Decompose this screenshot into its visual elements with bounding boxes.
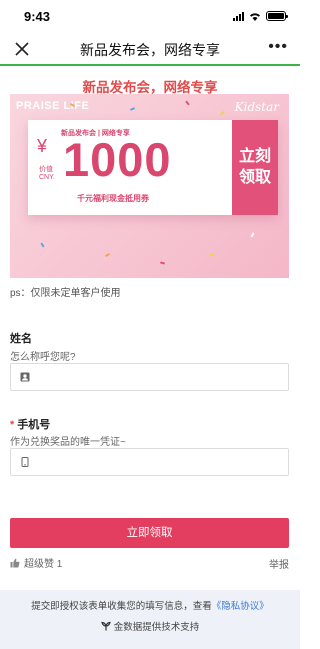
- name-field-label: 姓名: [10, 330, 32, 346]
- phone-input[interactable]: [37, 449, 282, 475]
- confetti-decoration: [250, 232, 255, 238]
- privacy-policy-link[interactable]: 《隐私协议》: [212, 601, 269, 612]
- coupon-claim-line1: 立刻: [238, 147, 271, 165]
- like-count-label: 超级赞 1: [24, 559, 63, 570]
- battery-icon: [266, 11, 288, 21]
- page-heading: 新品发布会，网络专享: [82, 80, 218, 95]
- confetti-decoration: [209, 253, 216, 257]
- name-field-description: 怎么称呼您呢?: [10, 352, 76, 363]
- name-field[interactable]: [10, 363, 289, 391]
- nav-bar: 新品发布会，网络专享 •••: [0, 34, 300, 64]
- loading-progress-fill: [0, 64, 300, 66]
- confetti-decoration: [219, 110, 226, 116]
- report-link[interactable]: 举报: [269, 556, 289, 571]
- promo-banner: PRAISE LIFE Kidstar 新品发布会 | 网络专享 ¥ 价值CNY…: [10, 94, 289, 278]
- coupon-claim-button[interactable]: 立刻 领取: [232, 120, 278, 215]
- confetti-decoration: [40, 242, 45, 248]
- coupon-currency-symbol: ¥: [37, 136, 48, 156]
- like-button[interactable]: 超级赞 1: [10, 555, 62, 570]
- tech-support-text: 金数据提供技术支持: [113, 622, 200, 633]
- name-input[interactable]: [37, 364, 282, 390]
- coupon-caption: 千元福利现金抵用券: [77, 194, 149, 203]
- thumbs-up-icon: [10, 558, 20, 567]
- nav-title: 新品发布会，网络专享: [80, 42, 220, 58]
- footer: 提交即授权该表单收集您的填写信息，查看《隐私协议》 金数据提供技术支持: [0, 590, 300, 649]
- confetti-decoration: [104, 252, 111, 258]
- person-icon: [20, 372, 30, 382]
- submit-button[interactable]: 立即领取: [10, 518, 289, 548]
- coupon-claim-line2: 领取: [238, 168, 271, 186]
- restriction-note: ps：仅限未定单客户使用: [10, 288, 121, 299]
- phone-label-text: 手机号: [17, 419, 51, 431]
- phone-field[interactable]: [10, 448, 289, 476]
- phone-field-label: * 手机号: [10, 416, 50, 432]
- banner-logo: Kidstar: [234, 100, 279, 114]
- tech-support-line[interactable]: 金数据提供技术支持: [0, 619, 300, 633]
- confetti-decoration: [159, 261, 166, 265]
- required-mark: *: [10, 419, 15, 431]
- signal-icon: [233, 11, 244, 21]
- jinshuju-logo-icon: [100, 621, 111, 631]
- status-time: 9:43: [24, 9, 51, 24]
- loading-progress-bar: [0, 64, 300, 66]
- consent-line: 提交即授权该表单收集您的填写信息，查看《隐私协议》: [0, 598, 300, 612]
- banner-brand: PRAISE LIFE: [16, 100, 90, 112]
- coupon-amount: 1000: [63, 133, 172, 186]
- phone-icon: [21, 457, 29, 467]
- status-icons: [233, 11, 288, 21]
- confetti-decoration: [129, 107, 136, 111]
- name-label-text: 姓名: [10, 333, 32, 345]
- status-bar: 9:43: [0, 0, 300, 34]
- confetti-decoration: [185, 100, 190, 106]
- coupon-value-label: 价值CNY.: [39, 166, 55, 181]
- coupon-card[interactable]: 新品发布会 | 网络专享 ¥ 价值CNY. 1000 千元福利现金抵用券 立刻 …: [28, 120, 278, 215]
- consent-text: 提交即授权该表单收集您的填写信息，查看: [31, 601, 212, 612]
- more-icon[interactable]: •••: [268, 38, 288, 56]
- phone-field-description: 作为兑换奖品的唯一凭证~: [10, 437, 126, 448]
- wifi-icon: [250, 12, 260, 21]
